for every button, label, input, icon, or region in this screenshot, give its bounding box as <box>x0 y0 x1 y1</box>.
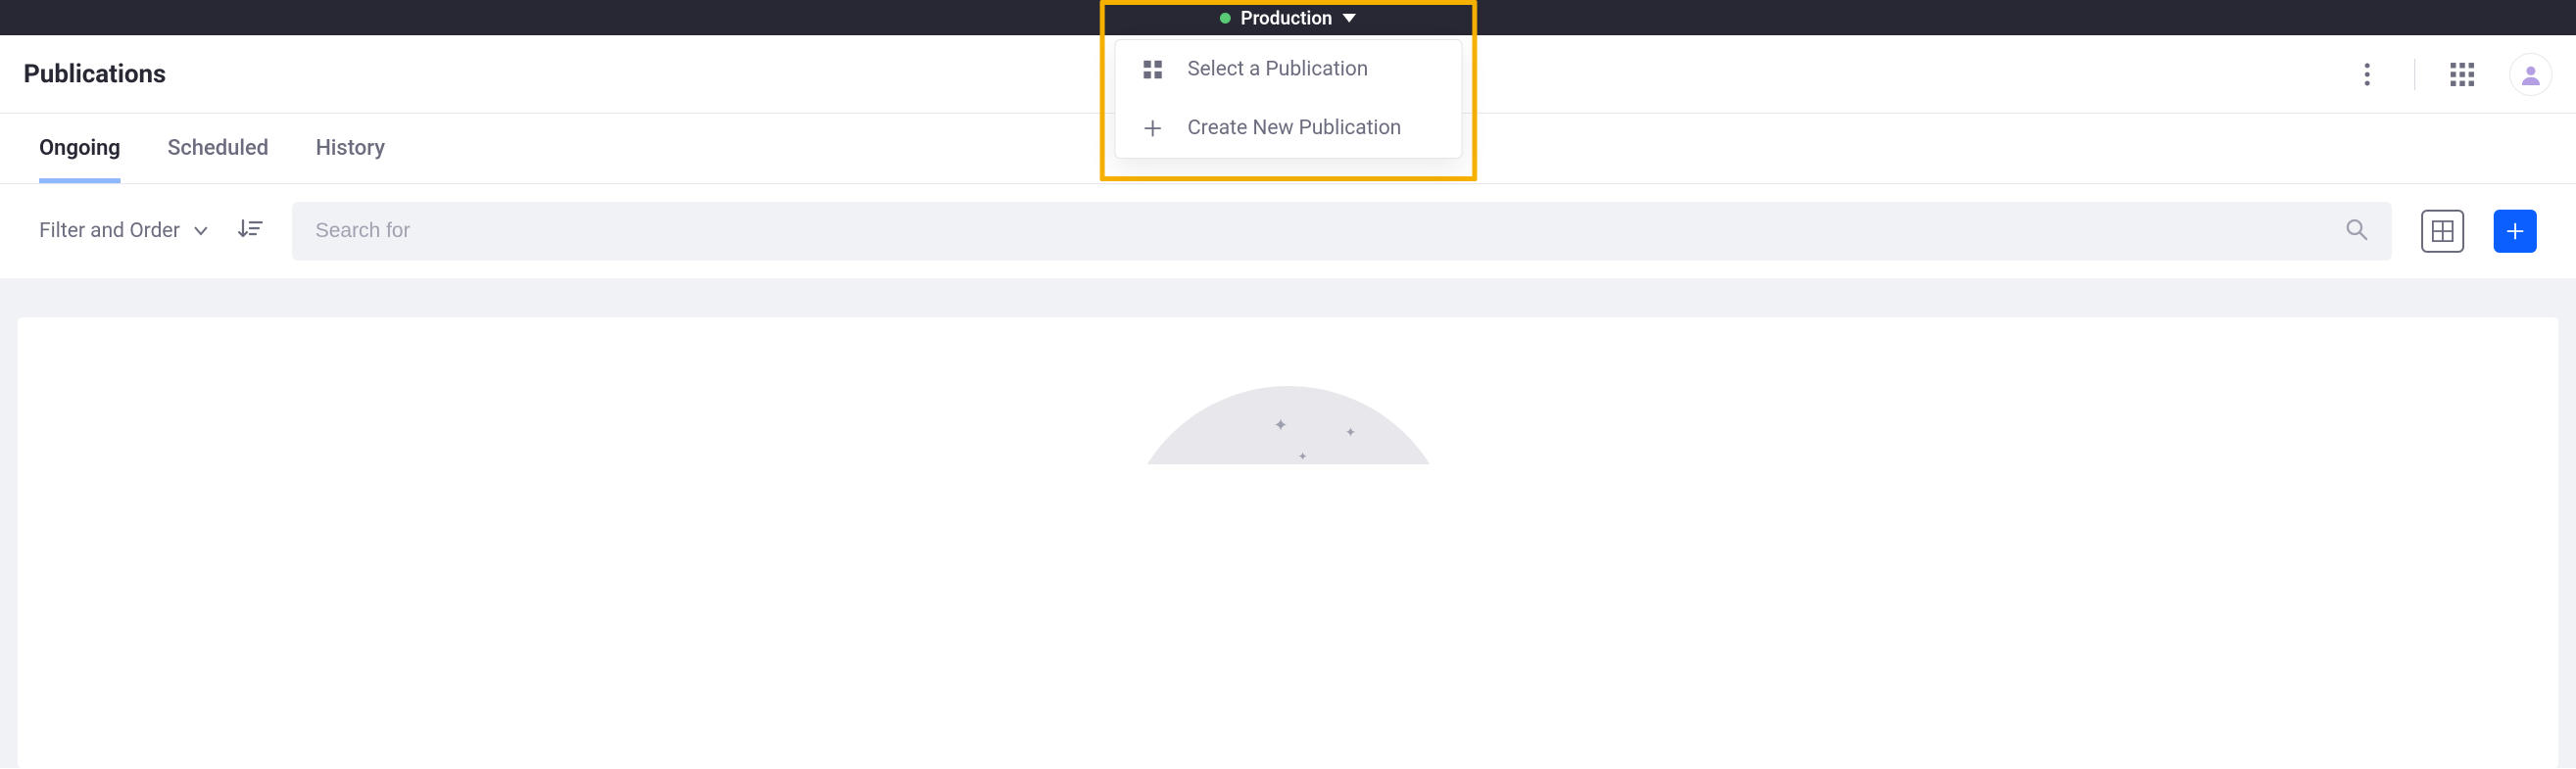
search-input[interactable] <box>316 219 2329 243</box>
content-card: ✦ ✦ ✦ <box>18 317 2558 768</box>
filter-order-label: Filter and Order <box>39 219 180 243</box>
environment-selector[interactable]: Production <box>1220 7 1355 29</box>
plus-icon <box>1141 117 1164 140</box>
tab-scheduled[interactable]: Scheduled <box>168 117 268 183</box>
search-icon <box>2345 217 2368 245</box>
sort-icon <box>237 217 263 241</box>
table-view-icon <box>2432 220 2454 242</box>
environment-dropdown: Select a Publication Create New Publicat… <box>1114 39 1462 159</box>
chevron-down-icon <box>1342 14 1356 23</box>
select-publication-item[interactable]: Select a Publication <box>1115 40 1461 99</box>
chevron-down-icon <box>194 226 208 236</box>
filter-order-button[interactable]: Filter and Order <box>39 219 208 243</box>
tab-history[interactable]: History <box>316 117 385 183</box>
more-options-button[interactable] <box>2350 57 2385 92</box>
create-publication-item[interactable]: Create New Publication <box>1115 99 1461 158</box>
toolbar: Filter and Order <box>0 184 2576 278</box>
plus-icon <box>2504 220 2526 242</box>
create-publication-label: Create New Publication <box>1188 117 1401 140</box>
topbar: Production <box>0 0 2576 35</box>
content-area: ✦ ✦ ✦ <box>0 278 2576 768</box>
grid-icon <box>1141 58 1164 81</box>
search-field[interactable] <box>292 202 2392 261</box>
user-icon <box>2520 64 2542 85</box>
apps-button[interactable] <box>2445 57 2480 92</box>
user-avatar[interactable] <box>2509 53 2552 96</box>
environment-label: Production <box>1240 7 1332 29</box>
sparkle-icon: ✦ <box>1274 415 1288 436</box>
select-publication-label: Select a Publication <box>1188 58 1368 81</box>
sparkle-icon: ✦ <box>1345 425 1357 441</box>
apps-grid-icon <box>2450 62 2475 87</box>
header-actions <box>2350 53 2552 96</box>
tab-ongoing[interactable]: Ongoing <box>39 117 121 183</box>
empty-state-illustration: ✦ ✦ ✦ <box>1122 386 1455 464</box>
kebab-icon <box>2363 63 2371 86</box>
add-button[interactable] <box>2494 210 2537 253</box>
page-title: Publications <box>24 60 166 89</box>
divider <box>2414 59 2415 90</box>
view-mode-button[interactable] <box>2421 210 2464 253</box>
sparkle-icon: ✦ <box>1298 450 1308 463</box>
status-dot-icon <box>1220 13 1231 24</box>
sort-button[interactable] <box>237 217 263 245</box>
